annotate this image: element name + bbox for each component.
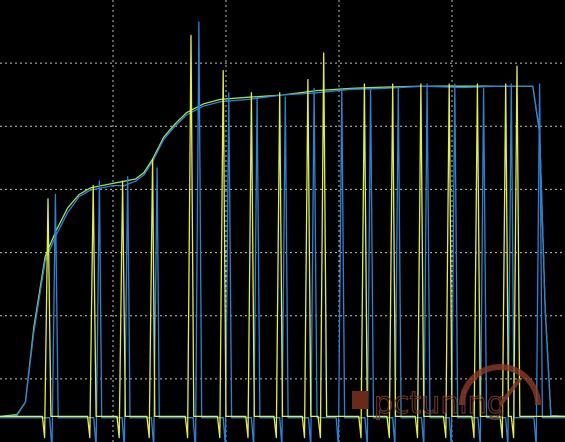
- watermark-text: pctuning: [374, 386, 506, 421]
- watermark-square: [352, 391, 368, 409]
- pctuning-watermark: pctuning: [352, 364, 541, 422]
